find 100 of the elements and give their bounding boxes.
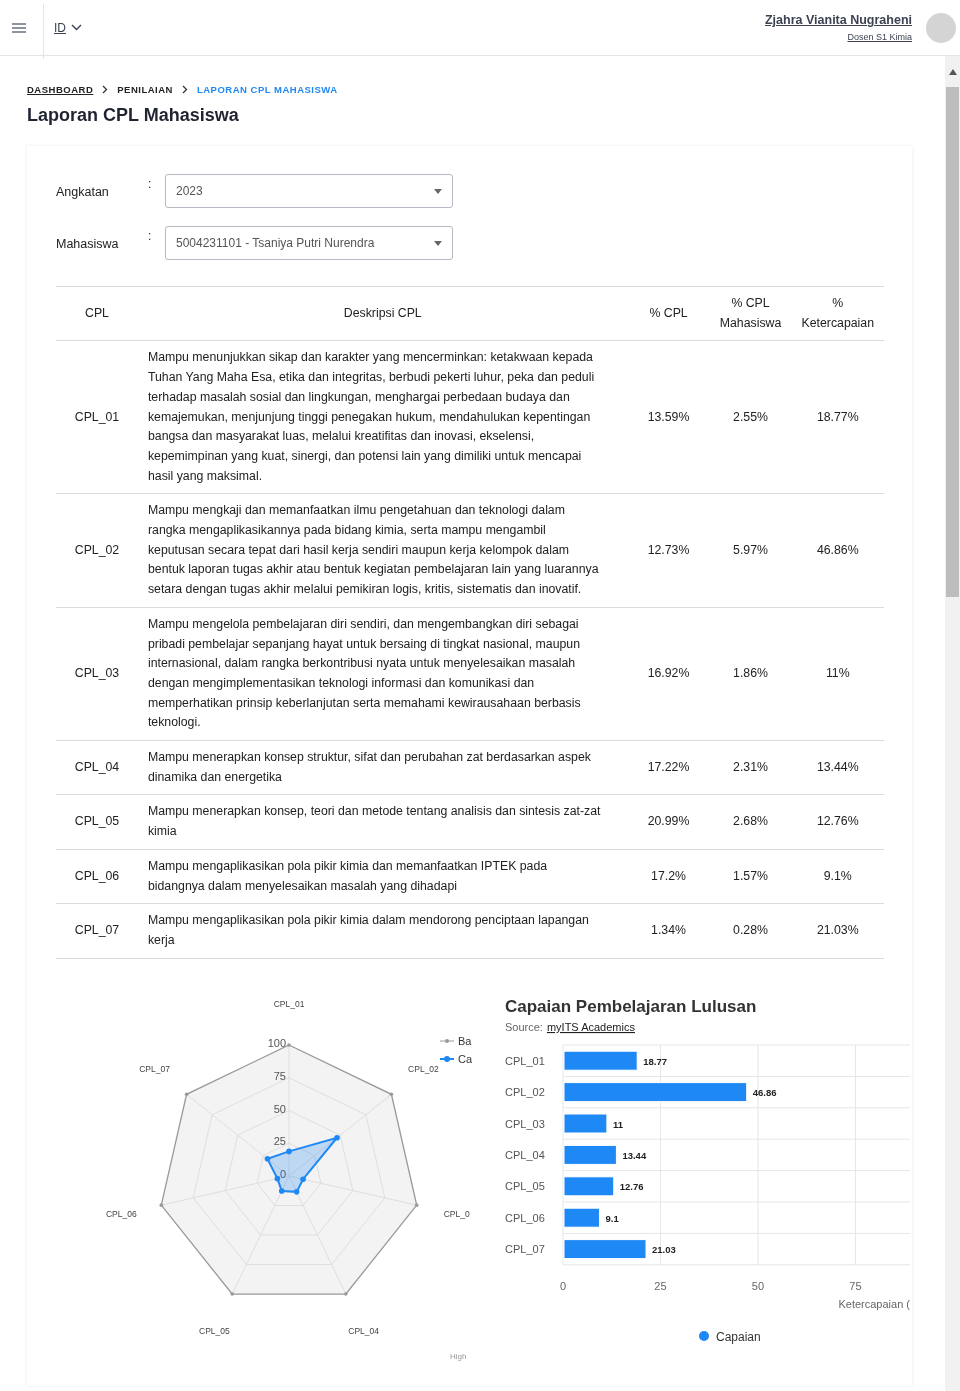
- table-cell: 1.57%: [709, 849, 792, 904]
- caret-icon[interactable]: [434, 188, 442, 194]
- chart-title: Capaian Pembelajaran Lulusan: [505, 996, 757, 1016]
- category-label: CPL_06: [505, 1211, 545, 1224]
- scroll-up-icon[interactable]: [948, 69, 957, 75]
- legend-label[interactable]: Ca: [458, 1052, 472, 1065]
- language-selector[interactable]: ID: [54, 20, 82, 35]
- axis-label: CPL_07: [139, 1063, 170, 1074]
- data-label: 9.1: [605, 1212, 619, 1224]
- table-cell: 17.2%: [627, 849, 710, 904]
- description-cell: Mampu mengaplikasikan pola pikir kimia dan memanfaatkan IPTEK pada bidangnya dalam menyelesaikan masalah yang dihadapi: [137, 849, 628, 904]
- data-label: 18.77: [643, 1055, 667, 1067]
- axis-label: CPL_01: [273, 998, 305, 1009]
- bar: [563, 1113, 608, 1134]
- table-cell: 11%: [791, 607, 884, 741]
- table-cell: 12.73%: [627, 493, 710, 608]
- description-cell: Mampu menunjukkan sikap dan karakter yang mencerminkan: ketakwaan kepada Tuhan Yang Maha Esa, etika dan integritas, berbudi pekerti luhur, peka dan peduli terhadap masalah sosial dan lingkungan, menghargai perbedaan budaya dan kemajemukan, menjunjung tinggi penegakan hukum, mendahulukan kepentingan bangsa dan masyarakat luas, melalui kreatifitas dan inovasi, ekselensi, kepemimpinan yang kuat, sinergi, dan potensi lain yang dimiliki untuk mencapai hasil yang maksimal.: [137, 340, 628, 494]
- table-cell: 2.31%: [709, 740, 792, 795]
- dropdown-field[interactable]: 5004231101 - Tsaniya Putri Nurendra: [165, 226, 453, 260]
- table-cell: 0.28%: [709, 903, 792, 959]
- legend-label[interactable]: Ba: [458, 1034, 472, 1047]
- legend-marker-icon[interactable]: [439, 1055, 455, 1062]
- axis-tick-label: 75: [273, 1069, 286, 1082]
- colon: :: [148, 176, 153, 191]
- table-cell: CPL_02: [56, 493, 138, 608]
- table-cell: 1.34%: [627, 903, 710, 959]
- menu-icon[interactable]: [12, 22, 26, 33]
- user-name-link[interactable]: Zjahra Vianita Nugraheni: [764, 13, 912, 27]
- page-title: Laporan CPL Mahasiswa: [27, 105, 240, 126]
- colon: :: [148, 228, 153, 243]
- table-cell: 17.22%: [627, 740, 710, 795]
- column-header: % CPL Mahasiswa: [709, 286, 792, 341]
- category-label: CPL_05: [505, 1180, 545, 1192]
- field-label: Angkatan: [56, 184, 110, 199]
- category-label: CPL_04: [505, 1148, 545, 1161]
- table-cell: 18.77%: [791, 340, 884, 494]
- table-cell: CPL_04: [56, 740, 138, 795]
- table-cell: CPL_05: [56, 794, 138, 850]
- table-cell: 12.76%: [791, 794, 884, 850]
- axis-tick-label: 0: [559, 1279, 567, 1292]
- axis-label: CPL_05: [199, 1325, 230, 1336]
- axis-label: CPL_02: [408, 1063, 439, 1074]
- legend-marker-icon[interactable]: [439, 1038, 455, 1043]
- table-cell: 20.99%: [627, 794, 710, 850]
- data-label: 46.86: [752, 1086, 777, 1098]
- axis-label: CPL_04: [348, 1325, 379, 1336]
- axis-tick-label: 0: [279, 1167, 286, 1180]
- data-label: 13.44: [622, 1149, 647, 1161]
- table-cell: 13.59%: [627, 340, 710, 494]
- table-cell: CPL_07: [56, 903, 138, 959]
- category-label: CPL_03: [505, 1117, 545, 1130]
- breadcrumb-item[interactable]: PENILAIAN: [117, 84, 173, 95]
- category-label: CPL_01: [505, 1054, 545, 1067]
- field-label: Mahasiswa: [56, 236, 120, 251]
- table-cell: CPL_03: [56, 607, 138, 741]
- source-link[interactable]: myITS Academics: [546, 1020, 635, 1033]
- description-cell: Mampu menerapkan konsep, teori dan metode tentang analisis dan sintesis zat-zat kimia: [137, 794, 628, 850]
- axis-tick-label: 25: [654, 1279, 667, 1292]
- dropdown-field[interactable]: 2023: [165, 174, 453, 208]
- caret-icon[interactable]: [434, 240, 442, 246]
- description-cell: Mampu mengaplikasikan pola pikir kimia dalam mendorong penciptaan lapangan kerja: [137, 903, 628, 959]
- breadcrumb-current: LAPORAN CPL MAHASISWA: [196, 84, 338, 95]
- axis-tick-label: 25: [273, 1134, 286, 1147]
- category-label: CPL_07: [505, 1242, 545, 1255]
- chevron-icon: [102, 85, 109, 94]
- description-cell: Mampu menerapkan konsep struktur, sifat dan perubahan zat berdasarkan aspek dinamika dan energetika: [137, 740, 628, 795]
- axis-tick-label: 100: [267, 1036, 286, 1049]
- axis-tick-label: 50: [751, 1279, 765, 1292]
- table-cell: 2.55%: [709, 340, 792, 494]
- data-label: 21.03: [652, 1243, 676, 1255]
- column-header: % Ketercapaian: [791, 286, 884, 341]
- bar: [563, 1144, 617, 1165]
- bar: [563, 1176, 615, 1196]
- table-cell: 9.1%: [791, 849, 884, 904]
- column-header: Deskripsi CPL: [137, 286, 628, 341]
- user-role-link[interactable]: Dosen S1 Kimia: [847, 32, 912, 42]
- table-cell: 21.03%: [791, 903, 884, 959]
- legend-label[interactable]: Capaian: [716, 1329, 761, 1344]
- axis-tick-label: 50: [273, 1102, 286, 1115]
- axis-title: Ketercapaian (: [838, 1297, 910, 1310]
- axis-label: CPL_0: [443, 1208, 470, 1219]
- breadcrumb-link[interactable]: DASHBOARD: [27, 84, 94, 95]
- category-label: CPL_02: [505, 1085, 545, 1098]
- legend-marker-icon[interactable]: [699, 1330, 709, 1341]
- column-header: CPL: [56, 286, 138, 341]
- table-cell: 46.86%: [791, 493, 884, 608]
- chevron-down-icon[interactable]: [71, 24, 82, 31]
- table-cell: 5.97%: [709, 493, 792, 608]
- table-cell: 13.44%: [791, 740, 884, 795]
- description-cell: Mampu mengelola pembelajaran diri sendiri, dan mengembangkan diri sebagai pribadi pembelajar sepanjang hayat untuk bersaing di tingkat nasional, maupun internasional, dalam rangka berkontribusi nyata untuk menyelesaikan masalah dengan mengimplementasikan teknologi informasi dan komunikasi dan memperhatikan prinsip keberlanjutan serta memahami kewirausahaan berbasis teknologi.: [137, 607, 628, 741]
- axis-label: CPL_06: [105, 1208, 137, 1219]
- table-cell: 2.68%: [709, 794, 792, 850]
- scrollbar[interactable]: [945, 56, 960, 1391]
- description-cell: Mampu mengkaji dan memanfaatkan ilmu pengetahuan dan teknologi dalam rangka mengaplikasikannya pada bidang kimia, serta mampu mengambil keputusan secara tepat dari hasil kerja sendiri maupun kerja kelompok dalam bentuk laporan tugas akhir atau bentuk kegiatan pembelajaran lain yang luarannya setara dengan tugas akhir melalui pemikiran logis, kritis, sistematis dan inovatif.: [137, 493, 628, 608]
- column-header: % CPL: [627, 286, 710, 341]
- data-label: 11: [612, 1118, 623, 1130]
- table-cell: CPL_01: [56, 340, 138, 494]
- chevron-icon: [181, 85, 188, 94]
- data-label: 12.76: [619, 1181, 644, 1192]
- axis-tick-label: 75: [849, 1279, 862, 1292]
